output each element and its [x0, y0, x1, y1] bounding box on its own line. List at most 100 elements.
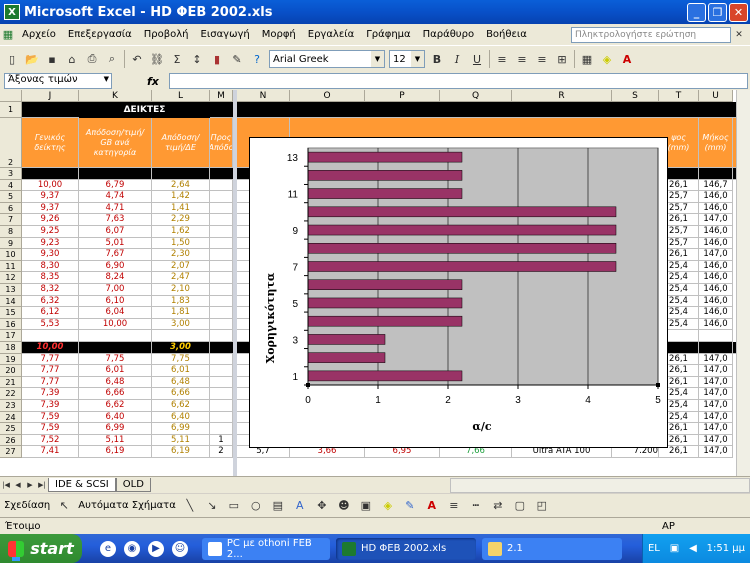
cell-u[interactable]: 146,0	[699, 226, 733, 238]
bar[interactable]	[307, 334, 386, 345]
font-color-icon[interactable]: A	[619, 51, 635, 67]
cell-empty[interactable]	[210, 330, 233, 342]
menu-tools[interactable]: Εργαλεία	[302, 29, 360, 40]
chevron-down-icon[interactable]: ▼	[411, 51, 424, 67]
cell-u[interactable]: 146,0	[699, 191, 733, 203]
vertical-scrollbar[interactable]	[736, 90, 750, 476]
autoshapes-menu[interactable]: Αυτόματα Σχήματα	[78, 500, 176, 511]
messenger-icon[interactable]: ☺	[172, 540, 188, 557]
italic-icon[interactable]: I	[449, 51, 465, 67]
textbox-icon[interactable]: ▤	[270, 498, 286, 514]
line-style-icon[interactable]: ≡	[446, 498, 462, 514]
cell-u[interactable]: 146,0	[699, 295, 733, 308]
cell-l[interactable]: 3,00	[152, 318, 210, 331]
bar[interactable]	[307, 261, 617, 272]
cell-u[interactable]: 147,0	[699, 446, 733, 458]
row-header[interactable]: 8	[0, 226, 22, 238]
open-icon[interactable]: 📂	[24, 51, 40, 67]
cell-u[interactable]: 147,0	[699, 411, 733, 424]
cell-empty[interactable]	[210, 388, 233, 400]
cell-empty[interactable]	[210, 376, 233, 389]
row-header[interactable]: 23	[0, 400, 22, 412]
font-combo[interactable]: Arial Greek ▼	[269, 50, 385, 68]
cell-j[interactable]: 7,77	[22, 365, 79, 377]
cell-k[interactable]	[79, 168, 152, 180]
freeze-pane-divider[interactable]	[233, 90, 237, 476]
cell-k[interactable]: 5,11	[79, 434, 152, 447]
fx-icon[interactable]: fx	[147, 75, 159, 88]
row-header[interactable]: 27	[0, 446, 22, 458]
column-header[interactable]: M	[210, 90, 233, 102]
row-header[interactable]: 22	[0, 388, 22, 400]
help-icon[interactable]: ?	[249, 51, 265, 67]
cell-k[interactable]: 4,74	[79, 191, 152, 203]
cell-l[interactable]: 2,47	[152, 272, 210, 284]
bar[interactable]	[307, 206, 617, 218]
bar[interactable]	[307, 370, 463, 382]
help-search-input[interactable]: Πληκτρολογήστε ερώτηση	[571, 26, 731, 43]
bar[interactable]	[307, 279, 463, 290]
cell-j[interactable]	[22, 330, 79, 342]
cell-j[interactable]: 8,30	[22, 260, 79, 273]
cell-u[interactable]: 147,0	[699, 353, 733, 366]
cell-k[interactable]: 6,48	[79, 376, 152, 389]
row-header[interactable]: 17	[0, 330, 22, 342]
cell-empty[interactable]	[210, 295, 233, 308]
cell-l[interactable]: 1,50	[152, 237, 210, 250]
row-header[interactable]: 11	[0, 260, 22, 273]
document-icon[interactable]: ▦	[0, 27, 16, 43]
cell-empty[interactable]	[210, 353, 233, 366]
cell-j[interactable]: 8,35	[22, 272, 79, 284]
oval-icon[interactable]: ○	[248, 498, 264, 514]
cell-j[interactable]: 10,00	[22, 179, 79, 192]
cell-l[interactable]: 6,40	[152, 411, 210, 424]
cell-j[interactable]: 9,37	[22, 191, 79, 203]
chevron-down-icon[interactable]: ▼	[371, 51, 384, 67]
cell-j[interactable]: 7,41	[22, 446, 79, 458]
row-header[interactable]: 18	[0, 342, 22, 354]
row-header[interactable]: 25	[0, 423, 22, 435]
row-header[interactable]: 19	[0, 353, 22, 366]
browser-icon[interactable]: ◉	[124, 540, 140, 557]
row-header[interactable]: 1	[0, 102, 22, 118]
column-header[interactable]: U	[699, 90, 733, 102]
cell-u[interactable]: 146,7	[699, 179, 733, 192]
selection-handle[interactable]	[656, 383, 660, 387]
cell-l[interactable]: 6,99	[152, 423, 210, 435]
cell-l[interactable]: 1,41	[152, 202, 210, 215]
bar[interactable]	[307, 352, 386, 363]
row-header[interactable]: 5	[0, 191, 22, 203]
cell-empty[interactable]	[210, 226, 233, 238]
line-color-icon[interactable]: ✎	[402, 498, 418, 514]
column-header[interactable]: P	[365, 90, 440, 102]
cell-j[interactable]: 7,77	[22, 376, 79, 389]
cell-k[interactable]: 10,00	[79, 318, 152, 331]
cell-empty[interactable]	[210, 400, 233, 412]
cell-j[interactable]: 7,39	[22, 400, 79, 412]
cell-u[interactable]: 146,0	[699, 284, 733, 296]
cell-l[interactable]: 5,11	[152, 434, 210, 447]
bar[interactable]	[307, 297, 463, 309]
cell-empty[interactable]	[210, 272, 233, 284]
cell-k[interactable]: 6,99	[79, 423, 152, 435]
cell-empty[interactable]	[210, 249, 233, 261]
row-header[interactable]: 13	[0, 284, 22, 296]
cell-u[interactable]: 147,0	[699, 249, 733, 261]
cell-l[interactable]	[152, 168, 210, 180]
cell-empty[interactable]	[210, 179, 233, 192]
select-all-corner[interactable]	[0, 90, 22, 102]
drawing-icon[interactable]: ✎	[229, 51, 245, 67]
cell-l[interactable]: 2,07	[152, 260, 210, 273]
cell-u[interactable]: 146,0	[699, 272, 733, 284]
cell-l[interactable]: 2,64	[152, 179, 210, 192]
arrow-icon[interactable]: ↘	[204, 498, 220, 514]
cell-k[interactable]: 6,40	[79, 411, 152, 424]
cell-k[interactable]	[79, 330, 152, 342]
menu-format[interactable]: Μορφή	[256, 29, 302, 40]
cell-j[interactable]: 9,26	[22, 214, 79, 226]
sort-icon[interactable]: ↕	[189, 51, 205, 67]
cell-empty[interactable]	[210, 307, 233, 319]
cell-j[interactable]: 7,77	[22, 353, 79, 366]
bar-chart[interactable]: 0 1 2 3 4 5135791113Χορηγικότητα α/c	[250, 138, 667, 447]
last-sheet-icon[interactable]: ▶|	[36, 479, 48, 492]
